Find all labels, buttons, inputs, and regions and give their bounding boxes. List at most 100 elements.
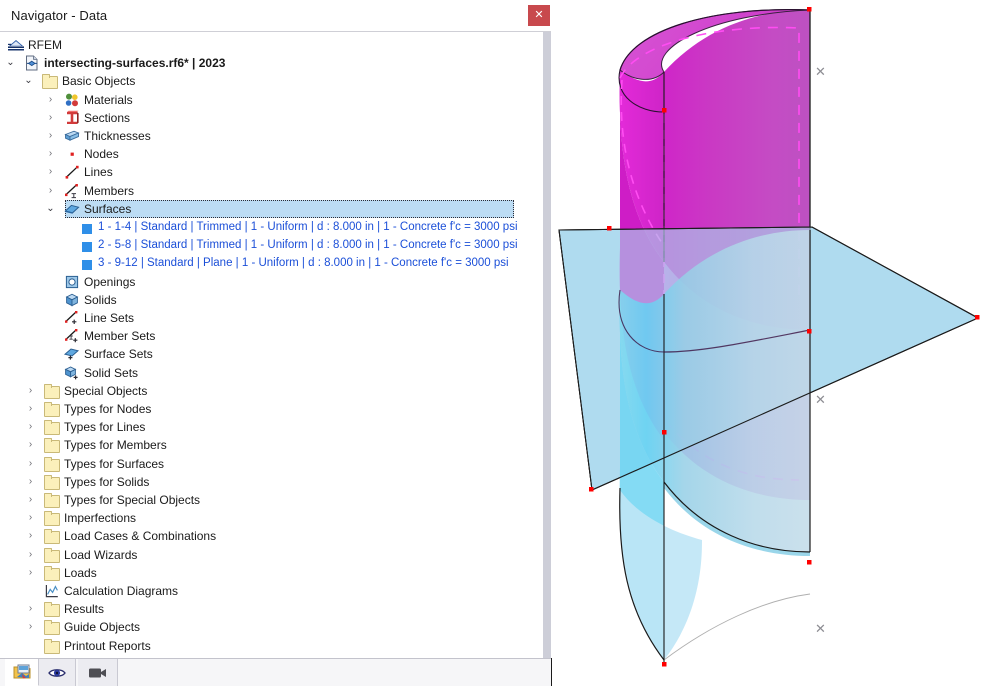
folder-icon (44, 528, 60, 545)
tree-twisty[interactable]: › (24, 509, 37, 527)
tree-item-results[interactable]: › Results (0, 600, 543, 618)
tree-twisty[interactable]: › (24, 455, 37, 473)
tree-item-label: Surfaces (84, 201, 132, 216)
tree-item-sections[interactable]: › Sections (0, 109, 543, 127)
folder-icon (44, 565, 60, 581)
tree-item-loads[interactable]: › Loads (0, 564, 543, 582)
tree-item-nodes[interactable]: › Nodes (0, 145, 543, 163)
tree-twisty[interactable]: ⌄ (44, 200, 57, 218)
tree-item-printout-reports[interactable]: Printout Reports (0, 637, 543, 655)
model-viewport-3d[interactable]: ✕ ✕ ✕ (552, 0, 982, 686)
navigator-data-tab[interactable] (5, 659, 39, 686)
tree-item-surfaces[interactable]: ⌄ Surfaces (0, 199, 543, 218)
tree-item-types-for-members[interactable]: › Types for Members (0, 436, 543, 454)
tree-twisty[interactable]: › (24, 400, 37, 418)
tree-twisty[interactable]: › (44, 127, 57, 145)
navigator-data-icon (13, 664, 31, 680)
tree-item-label: Nodes (84, 147, 119, 162)
tree-item-member-sets[interactable]: Member Sets (0, 327, 543, 345)
tree-twisty[interactable]: › (44, 145, 57, 163)
tree-item-label: Load Cases & Combinations (64, 529, 217, 544)
tree-twisty[interactable]: ⌄ (22, 72, 35, 90)
eye-icon (47, 666, 67, 680)
tree-twisty[interactable]: ⌄ (4, 54, 17, 72)
tree-item-label: Solid Sets (84, 365, 139, 380)
tree-item-load-wizards[interactable]: › Load Wizards (0, 546, 543, 564)
navigator-tree-container: RFEM ⌄ intersecting-surfaces.rf6* | 2023 ⌄ B… (0, 32, 551, 658)
tree-item-line-sets[interactable]: Line Sets (0, 309, 543, 327)
surface-sets-icon (64, 346, 80, 362)
tree-item-label: Openings (84, 274, 136, 289)
tree-twisty[interactable]: › (24, 618, 37, 636)
tree-item-surface-1[interactable]: 1 - 1-4 | Standard | Trimmed | 1 - Unifo… (0, 218, 543, 236)
navigator-display-tab[interactable] (39, 659, 76, 686)
tree-item-label: Solids (84, 292, 117, 307)
tree-twisty[interactable]: › (44, 182, 57, 200)
tree-item-guide-objects[interactable]: › Guide Objects (0, 618, 543, 636)
folder-icon (44, 601, 60, 618)
tree-twisty[interactable]: › (24, 546, 37, 564)
tree-twisty[interactable]: › (24, 418, 37, 436)
navigator-titlebar: Navigator - Data ✕ (0, 0, 551, 32)
thicknesses-icon (64, 128, 80, 144)
tree-twisty[interactable]: › (44, 109, 57, 127)
close-icon[interactable]: ✕ (528, 5, 550, 26)
tree-twisty[interactable]: › (24, 491, 37, 509)
folder-icon (44, 510, 60, 527)
tree-item-types-for-nodes[interactable]: › Types for Nodes (0, 400, 543, 418)
tree-item-label: Thicknesses (84, 129, 151, 143)
openings-icon (64, 274, 80, 290)
navigator-views-tab[interactable] (78, 659, 118, 686)
vertical-scrollbar[interactable] (543, 32, 551, 658)
folder-icon (44, 638, 60, 654)
tree-item-label: Materials (84, 92, 133, 107)
tree-twisty[interactable]: › (24, 436, 37, 454)
cross-marker: ✕ (815, 64, 826, 79)
tree-item-label: Calculation Diagrams (64, 584, 179, 598)
tree-item-label: Loads (64, 565, 97, 580)
tree-item-rfem[interactable]: RFEM (0, 36, 543, 54)
tree-twisty[interactable]: › (44, 163, 57, 181)
navigator-tab-bar (0, 658, 551, 686)
tree-item-thicknesses[interactable]: › Thicknesses (0, 127, 543, 145)
tree-item-types-for-solids[interactable]: › Types for Solids (0, 473, 543, 491)
line-sets-icon (64, 310, 80, 326)
tree-item-label: Results (64, 602, 105, 617)
tree-twisty[interactable]: › (24, 382, 37, 400)
tree-item-special-objects[interactable]: › Special Objects (0, 382, 543, 400)
navigator-tree[interactable]: RFEM ⌄ intersecting-surfaces.rf6* | 2023 ⌄ B… (0, 32, 543, 658)
tree-item-surface-3[interactable]: 3 - 9-12 | Standard | Plane | 1 - Unifor… (0, 254, 543, 272)
tree-item-label: Load Wizards (64, 547, 138, 562)
tree-item-model-file[interactable]: ⌄ intersecting-surfaces.rf6* | 2023 (0, 54, 543, 72)
tree-item-members[interactable]: › Members (0, 182, 543, 200)
tree-twisty[interactable]: › (24, 600, 37, 618)
tree-item-imperfections[interactable]: › Imperfections (0, 509, 543, 527)
tree-twisty[interactable]: › (24, 527, 37, 545)
tree-item-surface-sets[interactable]: Surface Sets (0, 345, 543, 363)
tree-item-label: Types for Surfaces (64, 456, 165, 471)
cross-marker: ✕ (815, 392, 826, 407)
solids-icon (64, 292, 80, 308)
folder-icon (44, 619, 60, 636)
tree-item-materials[interactable]: › Materials (0, 91, 543, 109)
folder-icon (44, 492, 60, 508)
folder-icon (44, 474, 60, 490)
tree-item-lines[interactable]: › Lines (0, 163, 543, 181)
tree-item-surface-2[interactable]: 2 - 5-8 | Standard | Trimmed | 1 - Unifo… (0, 236, 543, 254)
tree-twisty[interactable]: › (24, 473, 37, 491)
tree-item-calculation-diagrams[interactable]: Calculation Diagrams (0, 582, 543, 600)
surface-color-swatch (82, 219, 98, 235)
tree-item-solids[interactable]: Solids (0, 291, 543, 309)
tree-item-basic-objects[interactable]: ⌄ Basic Objects (0, 72, 543, 90)
tree-item-solid-sets[interactable]: Solid Sets (0, 364, 543, 382)
tree-twisty[interactable]: › (24, 564, 37, 582)
tree-item-load-cases-combinations[interactable]: › Load Cases & Combinations (0, 527, 543, 545)
page-title: Navigator - Data (11, 8, 108, 23)
tree-item-types-for-surfaces[interactable]: › Types for Surfaces (0, 455, 543, 473)
tree-twisty[interactable]: › (44, 91, 57, 109)
nodes-icon (64, 146, 80, 162)
materials-icon (64, 92, 80, 108)
tree-item-types-for-lines[interactable]: › Types for Lines (0, 418, 543, 436)
tree-item-types-for-special-objects[interactable]: › Types for Special Objects (0, 491, 543, 509)
tree-item-openings[interactable]: Openings (0, 273, 543, 291)
